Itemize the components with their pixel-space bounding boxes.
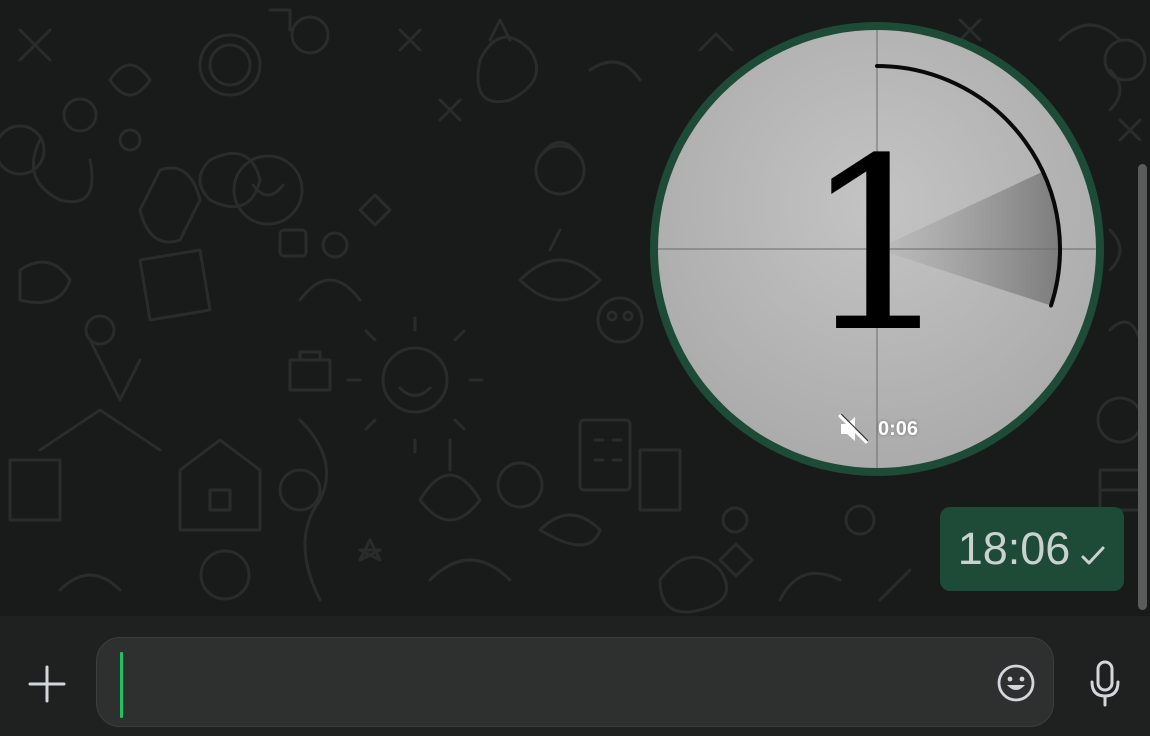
message-input-box[interactable] bbox=[96, 637, 1054, 727]
smiley-icon[interactable] bbox=[995, 662, 1037, 704]
scrollbar-thumb[interactable] bbox=[1138, 164, 1147, 610]
muted-speaker-icon[interactable] bbox=[836, 412, 870, 446]
microphone-icon bbox=[1090, 660, 1120, 707]
outgoing-message-bubble[interactable]: 18:06 bbox=[940, 507, 1124, 591]
message-text: 18:06 bbox=[957, 523, 1071, 574]
chat-scrollbar[interactable] bbox=[1138, 0, 1148, 616]
chat-area: 1 0:06 18:06 bbox=[0, 0, 1150, 616]
text-caret bbox=[120, 652, 123, 718]
video-duration: 0:06 bbox=[877, 417, 919, 440]
video-note-player[interactable]: 1 0:06 bbox=[658, 30, 1096, 468]
message-input[interactable] bbox=[127, 648, 971, 718]
video-note-message[interactable]: 1 0:06 bbox=[650, 22, 1104, 476]
video-meta: 0:06 bbox=[658, 412, 1096, 446]
countdown-digit: 1 bbox=[802, 108, 953, 385]
attach-button[interactable] bbox=[22, 646, 72, 722]
single-check-icon bbox=[1081, 546, 1105, 565]
voice-message-button[interactable] bbox=[1082, 656, 1128, 712]
countdown-video-frame: 1 bbox=[658, 30, 1096, 468]
plus-icon bbox=[28, 665, 66, 703]
